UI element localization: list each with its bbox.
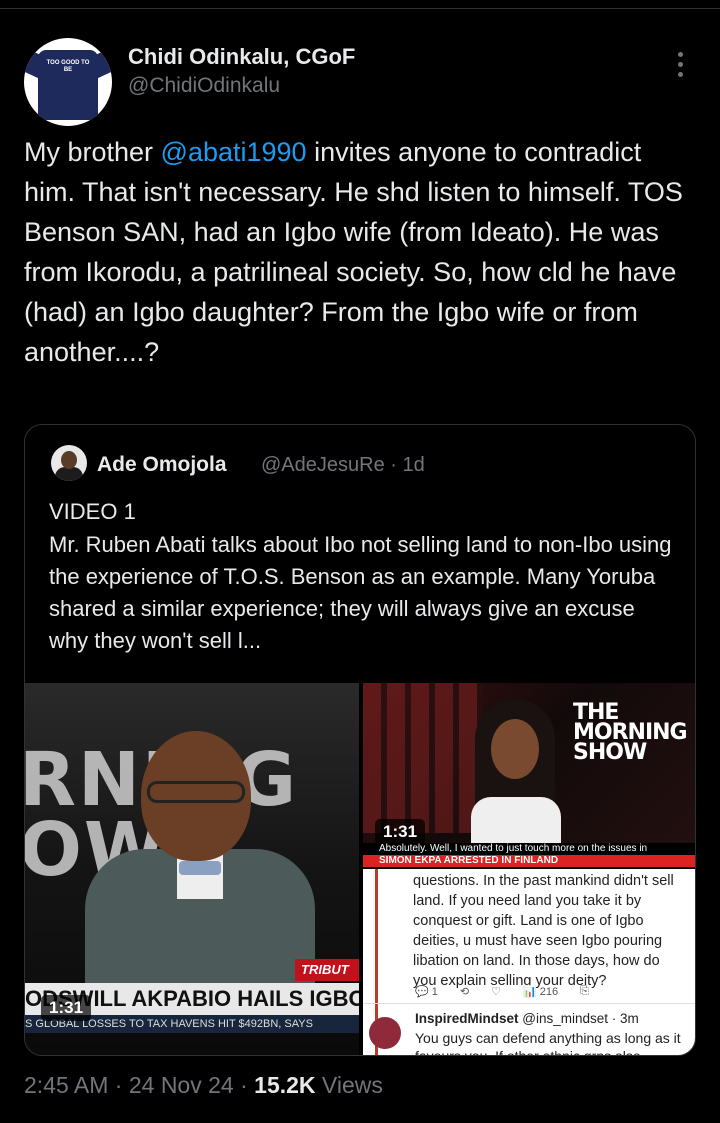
- more-options-icon[interactable]: [672, 52, 688, 82]
- tweet-text-start: My brother: [24, 137, 161, 167]
- divider: [363, 1003, 695, 1004]
- screenshot-stats: 💬 1 ⟲ ♡ 📊 216 ⎘: [415, 985, 685, 998]
- tweet-text: My brother @abati1990 invites anyone to …: [24, 132, 694, 372]
- video-thumbnail-left[interactable]: RNING OW TRIBUT ODSWILL AKPABIO HAILS IG…: [25, 683, 359, 1055]
- quoted-author-name: Ade Omojola: [97, 453, 227, 476]
- video-subtitle: Absolutely. Well, I wanted to just touch…: [363, 843, 695, 855]
- tweet-text-rest: invites anyone to contradict him. That i…: [24, 137, 683, 367]
- reply-count: 💬 1: [415, 986, 438, 998]
- retweet-icon: ⟲: [459, 986, 470, 998]
- reply-text: You guys can defend anything as long as …: [415, 1030, 681, 1055]
- video-duration: 1:31: [375, 819, 426, 845]
- views-count: 15.2K: [254, 1072, 316, 1098]
- quoted-author-avatar: [51, 445, 87, 481]
- quoted-label: VIDEO 1: [49, 499, 136, 524]
- breaking-news-bar: SIMON EKPA ARRESTED IN FINLAND: [363, 855, 695, 867]
- tribute-badge: TRIBUT: [295, 959, 359, 981]
- presenter-image: [461, 699, 571, 857]
- quoted-author-handle: @AdeJesuRe · 1d: [261, 454, 425, 476]
- reply-author: InspiredMindset @ins_mindset · 3m: [415, 1011, 639, 1026]
- video-thumbnail-right[interactable]: THE MORNING SHOW 1:31 Absolutely. Well, …: [363, 683, 695, 867]
- bookmark-icon: ⎘: [580, 985, 589, 997]
- author-name[interactable]: Chidi Odinkalu, CGoF: [128, 44, 355, 70]
- quoted-text: Mr. Ruben Abati talks about Ibo not sell…: [49, 532, 672, 653]
- quoted-tweet[interactable]: Ade Omojola @AdeJesuRe · 1d VIDEO 1 Mr. …: [24, 424, 696, 1056]
- author-handle[interactable]: @ChidiOdinkalu: [128, 74, 280, 98]
- tweet-meta: 2:45 AM · 24 Nov 24 · 15.2K Views: [24, 1072, 383, 1098]
- tweet-date[interactable]: 24 Nov 24: [129, 1072, 234, 1098]
- views-label: Views: [321, 1072, 383, 1098]
- tweet-time[interactable]: 2:45 AM: [24, 1072, 108, 1098]
- video-duration: 1:31: [41, 995, 92, 1021]
- author-avatar[interactable]: TOO GOOD TO BE: [24, 38, 112, 126]
- screenshot-text: questions. In the past mankind didn't se…: [413, 873, 674, 989]
- speaker-image: [85, 731, 315, 1009]
- mention-link[interactable]: @abati1990: [161, 137, 307, 167]
- avatar-shirt-text: TOO GOOD TO BE: [46, 60, 90, 73]
- screenshot-image[interactable]: questions. In the past mankind didn't se…: [363, 869, 695, 1055]
- views-count: 📊 216: [522, 986, 559, 998]
- like-icon: ♡: [491, 986, 501, 998]
- reply-avatar: [369, 1017, 401, 1049]
- show-logo: THE MORNING SHOW: [573, 700, 688, 765]
- top-divider: [0, 8, 720, 9]
